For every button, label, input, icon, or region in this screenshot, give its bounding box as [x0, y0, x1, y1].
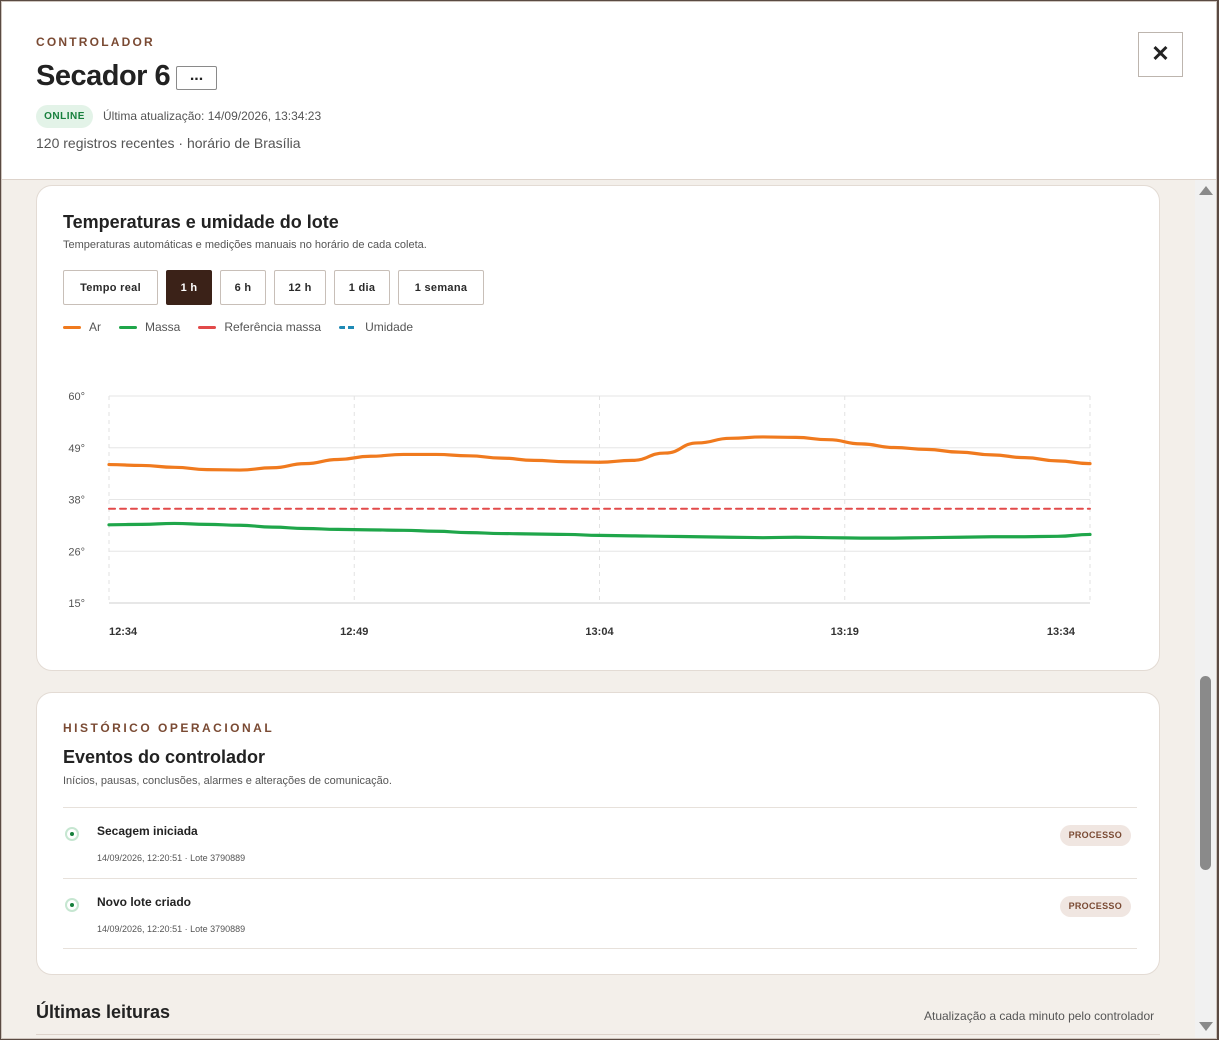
controller-modal: CONTROLADOR Secador 6 ... ONLINE Última …: [1, 1, 1217, 1039]
event-row[interactable]: Secagem iniciada 14/09/2026, 12:20:51 · …: [63, 807, 1137, 878]
vertical-scrollbar[interactable]: [1195, 180, 1216, 1038]
range-button-12h[interactable]: 12 h: [274, 270, 326, 305]
event-meta: 14/09/2026, 12:20:51 · Lote 3790889: [97, 853, 246, 863]
temperature-chart-card: Temperaturas e umidade do lote Temperatu…: [36, 185, 1160, 671]
legend-label: Umidade: [365, 320, 414, 334]
readings-note: Atualização a cada minuto pelo controlad…: [924, 1009, 1155, 1023]
y-tick-label: 38°: [68, 495, 85, 507]
legend-item-ar[interactable]: Ar: [63, 320, 101, 334]
records-count-text: 120 registros recentes · horário de Bras…: [36, 135, 301, 151]
scroll-down-arrow-icon[interactable]: [1199, 1022, 1213, 1031]
legend-swatch: [119, 325, 137, 329]
legend-item-umidade[interactable]: Umidade: [339, 320, 413, 334]
x-tick-label: 12:34: [109, 626, 138, 638]
legend-swatch: [63, 325, 81, 329]
y-tick-label: 49°: [68, 443, 85, 455]
readings-title: Últimas leituras: [36, 1002, 171, 1022]
legend-item-referencia[interactable]: Referência massa: [198, 320, 321, 334]
event-name: Secagem iniciada: [97, 824, 198, 838]
range-button-1week[interactable]: 1 semana: [398, 270, 484, 305]
legend-label: Ar: [89, 320, 101, 334]
more-options-button[interactable]: ...: [176, 66, 217, 90]
x-tick-label: 13:34: [1047, 626, 1076, 638]
close-button[interactable]: ✕: [1138, 32, 1183, 77]
legend-swatch: [339, 325, 358, 329]
events-card-subtitle: Inícios, pausas, conclusões, alarmes e a…: [63, 775, 392, 787]
x-tick-label: 13:04: [585, 626, 614, 638]
time-range-selector: Tempo real 1 h 6 h 12 h 1 dia 1 semana: [63, 270, 484, 305]
y-tick-label: 15°: [68, 598, 85, 610]
event-tag: PROCESSO: [1059, 825, 1131, 846]
scroll-up-arrow-icon[interactable]: [1199, 186, 1213, 195]
event-status-dot-icon: [65, 827, 79, 841]
header-eyebrow: CONTROLADOR: [36, 35, 155, 49]
events-eyebrow: HISTÓRICO OPERACIONAL: [63, 721, 275, 735]
y-tick-label: 60°: [68, 391, 85, 403]
events-card: HISTÓRICO OPERACIONAL Eventos do control…: [36, 692, 1160, 975]
chart-card-subtitle: Temperaturas automáticas e medições manu…: [63, 239, 427, 251]
event-status-dot-icon: [65, 898, 79, 912]
chart-legend: Ar Massa Referência massa Umidade: [63, 320, 413, 334]
x-tick-label: 12:49: [340, 626, 368, 638]
event-tag: PROCESSO: [1059, 896, 1131, 917]
range-button-1day[interactable]: 1 dia: [334, 270, 390, 305]
close-icon: ✕: [1151, 41, 1170, 66]
chart-card-title: Temperaturas e umidade do lote: [63, 212, 339, 232]
status-badge: ONLINE: [36, 105, 93, 128]
events-card-title: Eventos do controlador: [63, 747, 266, 767]
range-button-realtime[interactable]: Tempo real: [63, 270, 158, 305]
modal-header: CONTROLADOR Secador 6 ... ONLINE Última …: [2, 2, 1216, 180]
event-row[interactable]: Novo lote criado 14/09/2026, 12:20:51 · …: [63, 878, 1137, 949]
event-name: Novo lote criado: [97, 895, 192, 909]
y-tick-label: 26°: [68, 546, 85, 558]
range-button-6h[interactable]: 6 h: [220, 270, 266, 305]
x-tick-label: 13:19: [831, 626, 859, 638]
last-update-text: Última atualização: 14/09/2026, 13:34:23: [103, 109, 322, 123]
legend-item-massa[interactable]: Massa: [119, 320, 180, 334]
page-title: Secador 6: [36, 60, 171, 92]
range-button-1h[interactable]: 1 h: [166, 270, 212, 305]
temperature-line-chart: 60° 49° 38° 26° 15° 12:34 12:49 13:04 13:19 13:34: [68, 391, 1092, 638]
legend-label: Referência massa: [224, 320, 322, 334]
readings-divider: [36, 1034, 1160, 1037]
scrollbar-thumb[interactable]: [1200, 676, 1211, 870]
event-meta: 14/09/2026, 12:20:51 · Lote 3790889: [97, 924, 246, 934]
legend-label: Massa: [145, 320, 181, 334]
legend-swatch: [198, 325, 217, 329]
